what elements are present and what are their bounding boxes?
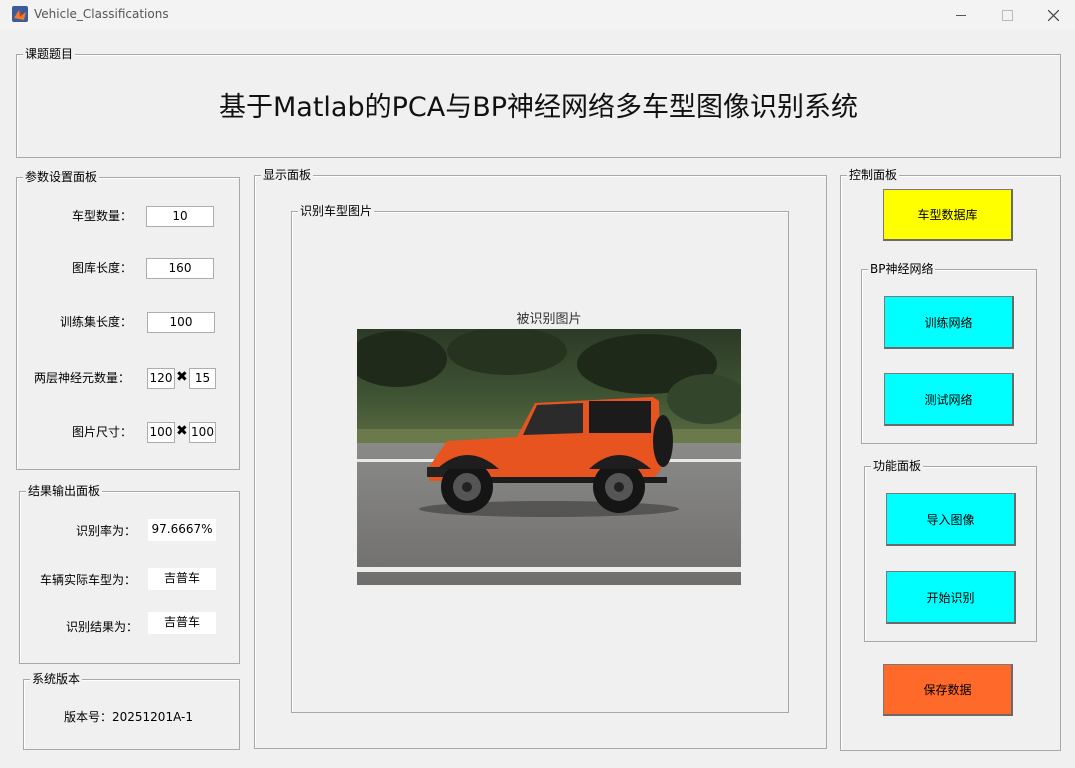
jeep-image <box>357 329 741 585</box>
accuracy-value: 97.6667% <box>148 519 216 541</box>
maximize-icon <box>1001 9 1013 21</box>
train-network-button[interactable]: 训练网络 <box>884 296 1014 349</box>
save-data-button[interactable]: 保存数据 <box>883 664 1013 716</box>
matlab-icon <box>12 6 28 22</box>
result-type-value: 吉普车 <box>148 612 216 634</box>
window-titlebar: Vehicle_Classifications <box>0 0 1075 30</box>
times-icon: ✖ <box>176 423 188 439</box>
title-panel: 课题题目 基于Matlab的PCA与BP神经网络多车型图像识别系统 <box>16 47 1061 158</box>
times-icon: ✖ <box>176 369 188 385</box>
version-panel-legend: 系统版本 <box>30 672 83 686</box>
function-panel-legend: 功能面板 <box>871 459 924 473</box>
image-size-label: 图片尺寸： <box>72 425 133 439</box>
image-width-input[interactable]: 100 <box>147 422 175 443</box>
maximize-button[interactable] <box>984 0 1030 30</box>
library-length-input[interactable]: 160 <box>146 258 214 279</box>
vehicle-types-input[interactable]: 10 <box>146 206 214 227</box>
actual-type-label: 车辆实际车型为： <box>40 573 137 587</box>
neurons-layer2-input[interactable]: 15 <box>189 368 216 389</box>
params-panel-legend: 参数设置面板 <box>23 170 100 184</box>
minimize-icon <box>956 14 966 16</box>
library-length-label: 图库长度： <box>72 261 133 275</box>
bp-network-legend: BP神经网络 <box>868 262 936 276</box>
neurons-label: 两层神经元数量： <box>34 371 131 385</box>
train-length-label: 训练集长度： <box>60 315 133 329</box>
minimize-button[interactable] <box>938 0 984 30</box>
version-text: 版本号：20251201A-1 <box>64 710 193 724</box>
vehicle-photo <box>357 329 741 585</box>
result-type-label: 识别结果为： <box>66 620 139 634</box>
actual-type-value: 吉普车 <box>148 568 216 590</box>
test-network-button[interactable]: 测试网络 <box>884 373 1014 426</box>
train-length-input[interactable]: 100 <box>147 312 215 333</box>
image-caption: 被识别图片 <box>516 312 582 327</box>
image-height-input[interactable]: 100 <box>189 422 216 443</box>
results-panel-legend: 结果输出面板 <box>26 484 103 498</box>
vehicle-database-button[interactable]: 车型数据库 <box>883 189 1013 241</box>
vehicle-types-label: 车型数量： <box>72 209 133 223</box>
accuracy-label: 识别率为： <box>76 524 137 538</box>
close-button[interactable] <box>1030 0 1075 30</box>
title-panel-legend: 课题题目 <box>23 47 76 61</box>
neurons-layer1-input[interactable]: 120 <box>147 368 175 389</box>
display-panel-legend: 显示面板 <box>261 168 314 182</box>
control-panel-legend: 控制面板 <box>847 168 900 182</box>
import-image-button[interactable]: 导入图像 <box>886 493 1016 546</box>
window-title: Vehicle_Classifications <box>34 7 169 21</box>
start-recognition-button[interactable]: 开始识别 <box>886 571 1016 624</box>
system-title: 基于Matlab的PCA与BP神经网络多车型图像识别系统 <box>218 92 859 123</box>
recognized-image-legend: 识别车型图片 <box>298 204 375 218</box>
close-icon <box>1047 9 1059 21</box>
